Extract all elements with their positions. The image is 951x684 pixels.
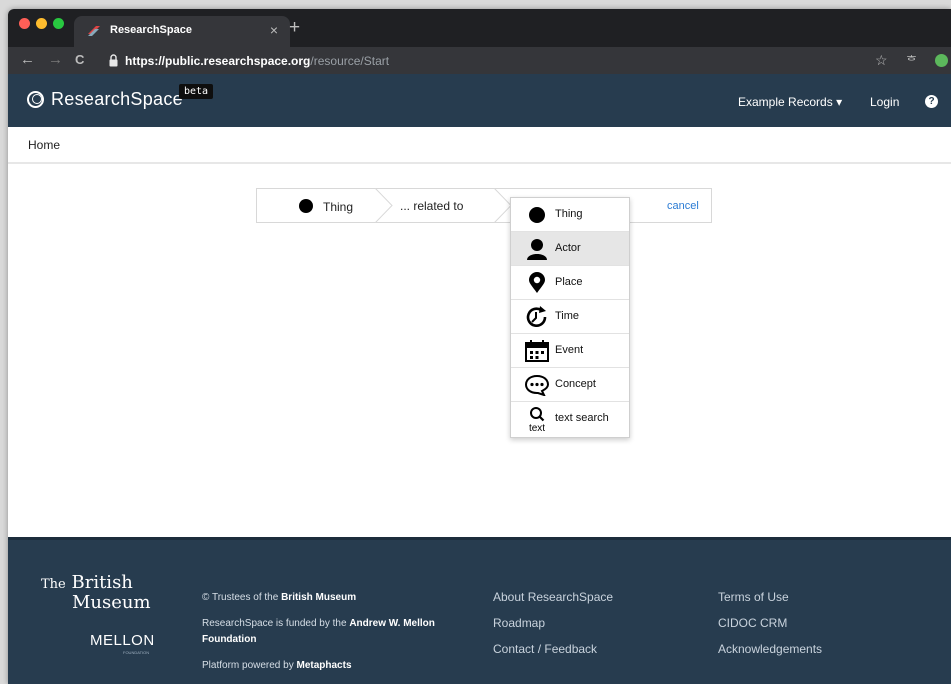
dropdown-item-text-search[interactable]: text text search [511, 402, 629, 435]
back-button[interactable]: ← [20, 51, 35, 68]
minimize-window-button[interactable] [36, 18, 47, 29]
app-navbar: ResearchSpace beta Example Records ▾ Log… [8, 74, 951, 127]
semantic-search-builder: Thing ... related to cancel [256, 188, 712, 223]
funded-prefix: ResearchSpace is funded by the [202, 618, 347, 629]
lock-icon [109, 54, 118, 67]
dropdown-item-thing[interactable]: Thing [511, 198, 629, 232]
extension-icon[interactable]: ᄒ [906, 52, 917, 69]
calendar-icon [525, 340, 549, 362]
close-window-button[interactable] [19, 18, 30, 29]
new-tab-button[interactable]: + [289, 17, 300, 39]
browser-window: ResearchSpace × + ← → C https://public.r… [8, 9, 951, 684]
place-icon [529, 272, 545, 293]
text-icon-caption: text [529, 423, 545, 432]
footer-link-cidoc[interactable]: CIDOC CRM [718, 616, 787, 630]
domain-selection[interactable]: Thing [323, 200, 353, 214]
bookmark-star-icon[interactable]: ☆ [875, 52, 888, 69]
breadcrumb: Home [8, 127, 951, 164]
breadcrumb-home[interactable]: Home [28, 138, 60, 152]
address-bar: ← → C https://public.researchspace.org/r… [8, 47, 951, 74]
funded-text: ResearchSpace is funded by the Andrew W.… [202, 618, 435, 629]
actor-icon [527, 239, 547, 260]
dropdown-item-label: Thing [555, 208, 583, 220]
mellon-foundation-link[interactable]: Andrew W. Mellon [349, 618, 435, 629]
example-records-menu[interactable]: Example Records ▾ [738, 95, 842, 109]
bm-logo-british: British [71, 572, 133, 593]
copyright-prefix: © Trustees of the [202, 592, 279, 603]
thing-icon [299, 199, 313, 213]
british-museum-logo[interactable]: The British Museum [41, 572, 151, 613]
tab-title: ResearchSpace [110, 24, 192, 36]
reload-button[interactable]: C [75, 52, 84, 67]
researchspace-favicon-icon [88, 26, 100, 36]
dropdown-item-label: Event [555, 344, 584, 356]
maximize-window-button[interactable] [53, 18, 64, 29]
british-museum-link[interactable]: British Museum [281, 592, 356, 603]
url-text: https://public.researchspace.org/resourc… [125, 54, 389, 68]
relation-selection[interactable]: ... related to [400, 199, 463, 213]
bm-logo-the: The [41, 577, 66, 592]
researchspace-logo-icon[interactable] [27, 91, 44, 108]
help-icon[interactable]: ? [925, 95, 938, 108]
footer-link-about[interactable]: About ResearchSpace [493, 590, 613, 604]
footer: The British Museum MELLON FOUNDATION © T… [8, 537, 951, 684]
beta-badge: beta [179, 84, 214, 99]
footer-link-roadmap[interactable]: Roadmap [493, 616, 545, 630]
logo-text[interactable]: ResearchSpace [51, 89, 183, 110]
browser-tab[interactable]: ResearchSpace × [74, 16, 290, 47]
dropdown-item-label: Actor [555, 242, 581, 254]
example-records-label: Example Records [738, 95, 833, 109]
range-dropdown: Thing Actor Place Time Event Concept tex… [510, 197, 630, 438]
dropdown-item-place[interactable]: Place [511, 266, 629, 300]
caret-down-icon: ▾ [836, 95, 843, 109]
dropdown-item-label: Concept [555, 378, 596, 390]
footer-link-acknowledgements[interactable]: Acknowledgements [718, 642, 822, 656]
dropdown-item-time[interactable]: Time [511, 300, 629, 334]
tab-close-icon[interactable]: × [270, 22, 278, 38]
time-icon [526, 306, 547, 327]
login-link[interactable]: Login [870, 95, 899, 109]
footer-link-terms[interactable]: Terms of Use [718, 590, 789, 604]
funded-text-cont: Foundation [202, 634, 256, 645]
forward-button[interactable]: → [48, 51, 63, 68]
dropdown-item-actor[interactable]: Actor [511, 232, 629, 266]
concept-icon [525, 374, 549, 396]
bm-logo-museum: Museum [72, 592, 151, 613]
footer-link-contact[interactable]: Contact / Feedback [493, 642, 597, 656]
url-field[interactable]: https://public.researchspace.org/resourc… [104, 51, 894, 71]
url-path: /resource/Start [310, 54, 390, 68]
metaphacts-link[interactable]: Metaphacts [297, 660, 352, 671]
dropdown-item-label: text search [555, 412, 609, 424]
step-separator [374, 188, 393, 223]
profile-extension-icon[interactable] [935, 54, 948, 67]
copyright-text: © Trustees of the British Museum [202, 592, 356, 603]
mellon-foundation-link-cont[interactable]: Foundation [202, 634, 256, 645]
powered-prefix: Platform powered by [202, 660, 294, 671]
dropdown-item-label: Time [555, 310, 580, 322]
mellon-logo-sub: FOUNDATION [123, 650, 150, 655]
mellon-logo[interactable]: MELLON [90, 632, 155, 649]
browser-tab-bar: ResearchSpace × + [8, 9, 951, 47]
powered-text: Platform powered by Metaphacts [202, 660, 352, 671]
text-search-icon: text [529, 407, 545, 432]
cancel-link[interactable]: cancel [667, 200, 699, 212]
dropdown-item-label: Place [555, 276, 583, 288]
dropdown-item-event[interactable]: Event [511, 334, 629, 368]
url-host: https://public.researchspace.org [125, 54, 311, 68]
thing-icon [529, 207, 545, 223]
dropdown-item-concept[interactable]: Concept [511, 368, 629, 402]
